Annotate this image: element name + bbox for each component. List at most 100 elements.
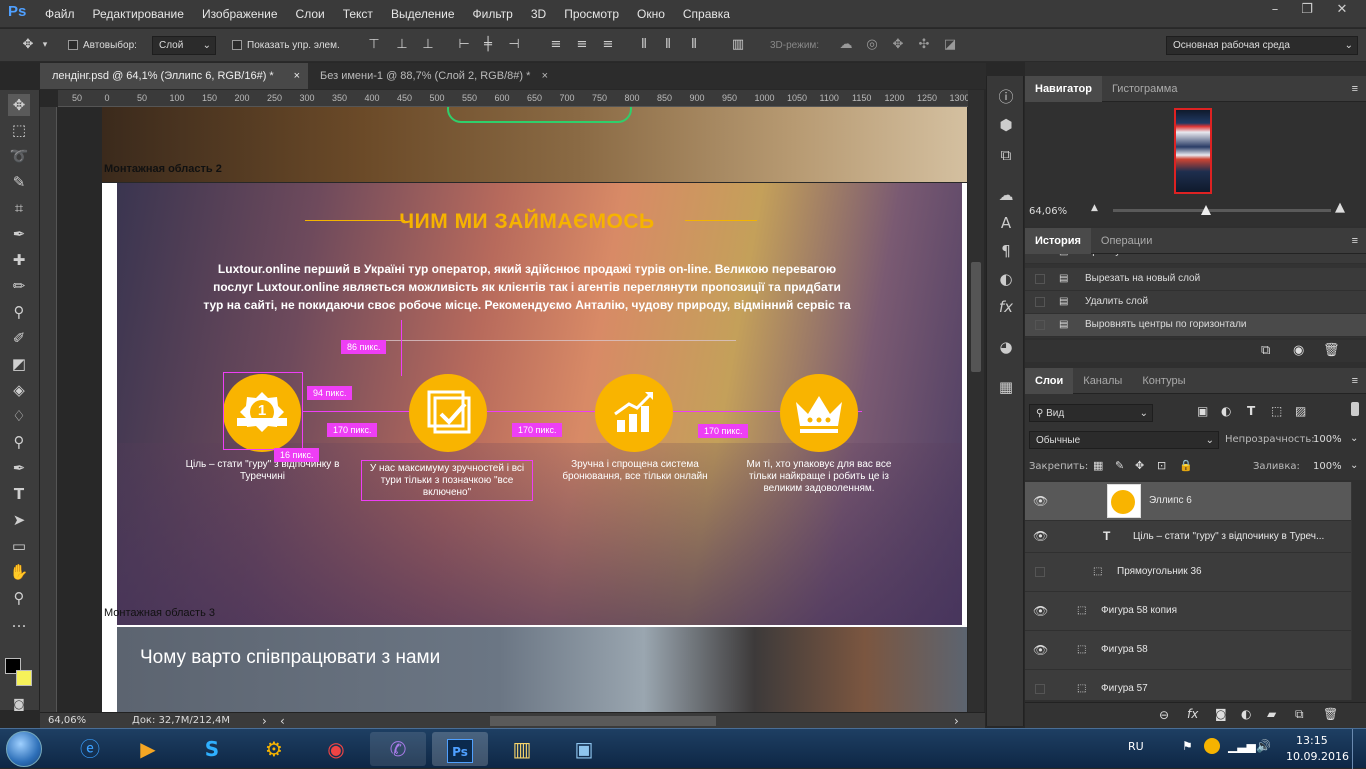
eye-icon[interactable]: 👁: [1033, 631, 1049, 669]
eye-icon[interactable]: 👁: [1033, 592, 1049, 630]
distribute-top-icon[interactable]: ≡: [548, 37, 564, 53]
opacity-value[interactable]: 100%: [1313, 434, 1342, 445]
new-layer-icon[interactable]: ⧉: [1295, 707, 1304, 722]
horizontal-scroll-thumb[interactable]: [490, 716, 716, 726]
feature-circle-3[interactable]: [595, 374, 673, 452]
hand-tool-icon[interactable]: ✋: [8, 561, 30, 583]
show-controls-option[interactable]: Показать упр. элем.: [232, 29, 340, 62]
tab-channels[interactable]: Каналы: [1073, 368, 1132, 394]
new-document-from-state-icon[interactable]: ⧉: [1261, 343, 1270, 358]
layer-row-shape-58-copy[interactable]: 👁 ⬚ Фигура 58 копия: [1025, 592, 1351, 631]
history-brush-tool-icon[interactable]: ✐: [8, 327, 30, 349]
menu-view[interactable]: Просмотр: [555, 0, 628, 28]
styles-fx-icon[interactable]: fx: [995, 296, 1017, 318]
visibility-empty-box[interactable]: [1035, 684, 1045, 694]
move-tool-icon[interactable]: ✥: [8, 94, 30, 116]
menu-layers[interactable]: Слои: [287, 0, 334, 28]
show-desktop-button[interactable]: [1352, 729, 1366, 769]
skype-icon[interactable]: S: [184, 732, 240, 766]
chevron-down-icon[interactable]: ⌄: [1350, 433, 1358, 444]
zoom-in-icon[interactable]: ▲: [1335, 200, 1345, 215]
lasso-tool-icon[interactable]: ➰: [8, 145, 30, 167]
restore-button[interactable]: ❐: [1290, 0, 1324, 22]
history-item[interactable]: ▤ Удалить слой: [1025, 291, 1366, 314]
feature-circle-2[interactable]: [409, 374, 487, 452]
scroll-right-icon[interactable]: ›: [954, 713, 959, 729]
menu-file[interactable]: Файл: [36, 0, 84, 28]
start-button[interactable]: [6, 731, 42, 767]
distribute-bottom-icon[interactable]: ≡: [600, 37, 616, 53]
filter-toggle[interactable]: [1351, 402, 1359, 416]
panel-menu-icon[interactable]: ≡: [1352, 76, 1358, 102]
navigator-zoom[interactable]: 64,06%: [1029, 206, 1067, 217]
layer-row-shape-57[interactable]: ⬚ Фигура 57: [1025, 670, 1351, 700]
panel-menu-icon[interactable]: ≡: [1352, 228, 1358, 254]
vertical-scrollbar[interactable]: [968, 90, 984, 712]
rectangle-tool-icon[interactable]: ▭: [8, 535, 30, 557]
autoselect-option[interactable]: Автовыбор:: [68, 29, 137, 62]
viber-icon[interactable]: ✆: [370, 732, 426, 766]
type-tool-icon[interactable]: T: [8, 483, 30, 505]
image-viewer-icon[interactable]: ▣: [556, 732, 612, 766]
fill-value[interactable]: 100%: [1313, 461, 1342, 472]
distribute-vcenter-icon[interactable]: ≡: [574, 37, 590, 53]
align-left-icon[interactable]: ⊢: [456, 37, 472, 53]
quick-mask-icon[interactable]: ◙: [8, 693, 30, 715]
layer-row-text[interactable]: 👁 T Ціль – стати "гуру" з відпочинку в Т…: [1025, 521, 1351, 553]
properties-icon[interactable]: ⧉: [995, 144, 1017, 166]
tab-histogram[interactable]: Гистограмма: [1102, 76, 1188, 102]
workspace-select[interactable]: Основная рабочая среда ⌄: [1166, 36, 1358, 55]
history-snapshot-box[interactable]: [1035, 320, 1045, 330]
folder-icon[interactable]: ▰: [1267, 707, 1276, 721]
layer-fx-icon[interactable]: fx: [1187, 707, 1198, 721]
photoshop-taskbar-button[interactable]: Ps: [432, 732, 488, 766]
camera-snapshot-icon[interactable]: ◉: [1293, 343, 1304, 358]
roll-3d-icon[interactable]: ◎: [864, 37, 880, 53]
scroll-thumb[interactable]: [971, 262, 981, 372]
history-item[interactable]: ▤ Прямоугольная область: [1025, 254, 1366, 264]
eye-icon[interactable]: 👁: [1033, 482, 1049, 520]
grid-icon[interactable]: ▦: [995, 376, 1017, 398]
tray-app-icon[interactable]: [1204, 738, 1220, 754]
chevron-left-icon[interactable]: ‹: [280, 713, 285, 729]
document-canvas[interactable]: Монтажная область 2 ЧИМ МИ ЗАЙМАЄМОСЬ Lu…: [57, 107, 968, 712]
menu-image[interactable]: Изображение: [193, 0, 287, 28]
tab-layers[interactable]: Слои: [1025, 368, 1074, 394]
network-signal-icon[interactable]: ▁▃▅: [1228, 739, 1256, 753]
filter-type-icon[interactable]: T: [1247, 404, 1255, 418]
character-icon[interactable]: A: [995, 212, 1017, 234]
internet-explorer-icon[interactable]: ⓔ: [62, 732, 118, 766]
zoom-tool-icon[interactable]: ⚲: [8, 587, 30, 609]
menu-3d[interactable]: 3D: [522, 0, 555, 28]
auto-align-icon[interactable]: ▥: [730, 37, 746, 53]
healing-tool-icon[interactable]: ✚: [8, 249, 30, 271]
chevron-down-icon[interactable]: ▾: [40, 37, 50, 53]
align-bottom-icon[interactable]: ⊥: [420, 37, 436, 53]
filter-adjustment-icon[interactable]: ◐: [1221, 404, 1231, 418]
history-snapshot-box[interactable]: [1035, 274, 1045, 284]
menu-select[interactable]: Выделение: [382, 0, 464, 28]
flag-icon[interactable]: ⚑: [1182, 739, 1193, 753]
adjustment-layer-icon[interactable]: ◐: [1241, 707, 1251, 721]
eyedropper-tool-icon[interactable]: ✒: [8, 223, 30, 245]
adjustments-icon[interactable]: ◐: [995, 268, 1017, 290]
crop-tool-icon[interactable]: ⌗: [8, 197, 30, 219]
autoselect-select[interactable]: Слой ⌄: [152, 36, 216, 55]
tab-history[interactable]: История: [1025, 228, 1091, 254]
zoom-out-icon[interactable]: ▲: [1091, 203, 1098, 213]
panel-menu-icon[interactable]: ≡: [1352, 368, 1358, 394]
menu-edit[interactable]: Редактирование: [84, 0, 193, 28]
zoom-readout[interactable]: 64,06%: [48, 713, 86, 729]
volume-icon[interactable]: 🔊: [1256, 739, 1271, 753]
distribute-right-icon[interactable]: ⫴: [686, 37, 702, 53]
zoom-slider[interactable]: [1113, 209, 1331, 212]
libraries-icon[interactable]: ☁: [995, 184, 1017, 206]
tab-paths[interactable]: Контуры: [1132, 368, 1195, 394]
layer-filter-select[interactable]: ⚲ Вид ⌄: [1029, 404, 1153, 422]
tab-landing-psd[interactable]: лендінг.psd @ 64,1% (Эллипс 6, RGB/16#) …: [40, 63, 308, 89]
eye-icon[interactable]: 👁: [1033, 521, 1049, 552]
tab-navigator[interactable]: Навигатор: [1025, 76, 1102, 102]
close-button[interactable]: ✕: [1322, 0, 1362, 22]
rotate-3d-icon[interactable]: ☁: [838, 37, 854, 53]
history-item[interactable]: ▤ Вырезать на новый слой: [1025, 268, 1366, 291]
